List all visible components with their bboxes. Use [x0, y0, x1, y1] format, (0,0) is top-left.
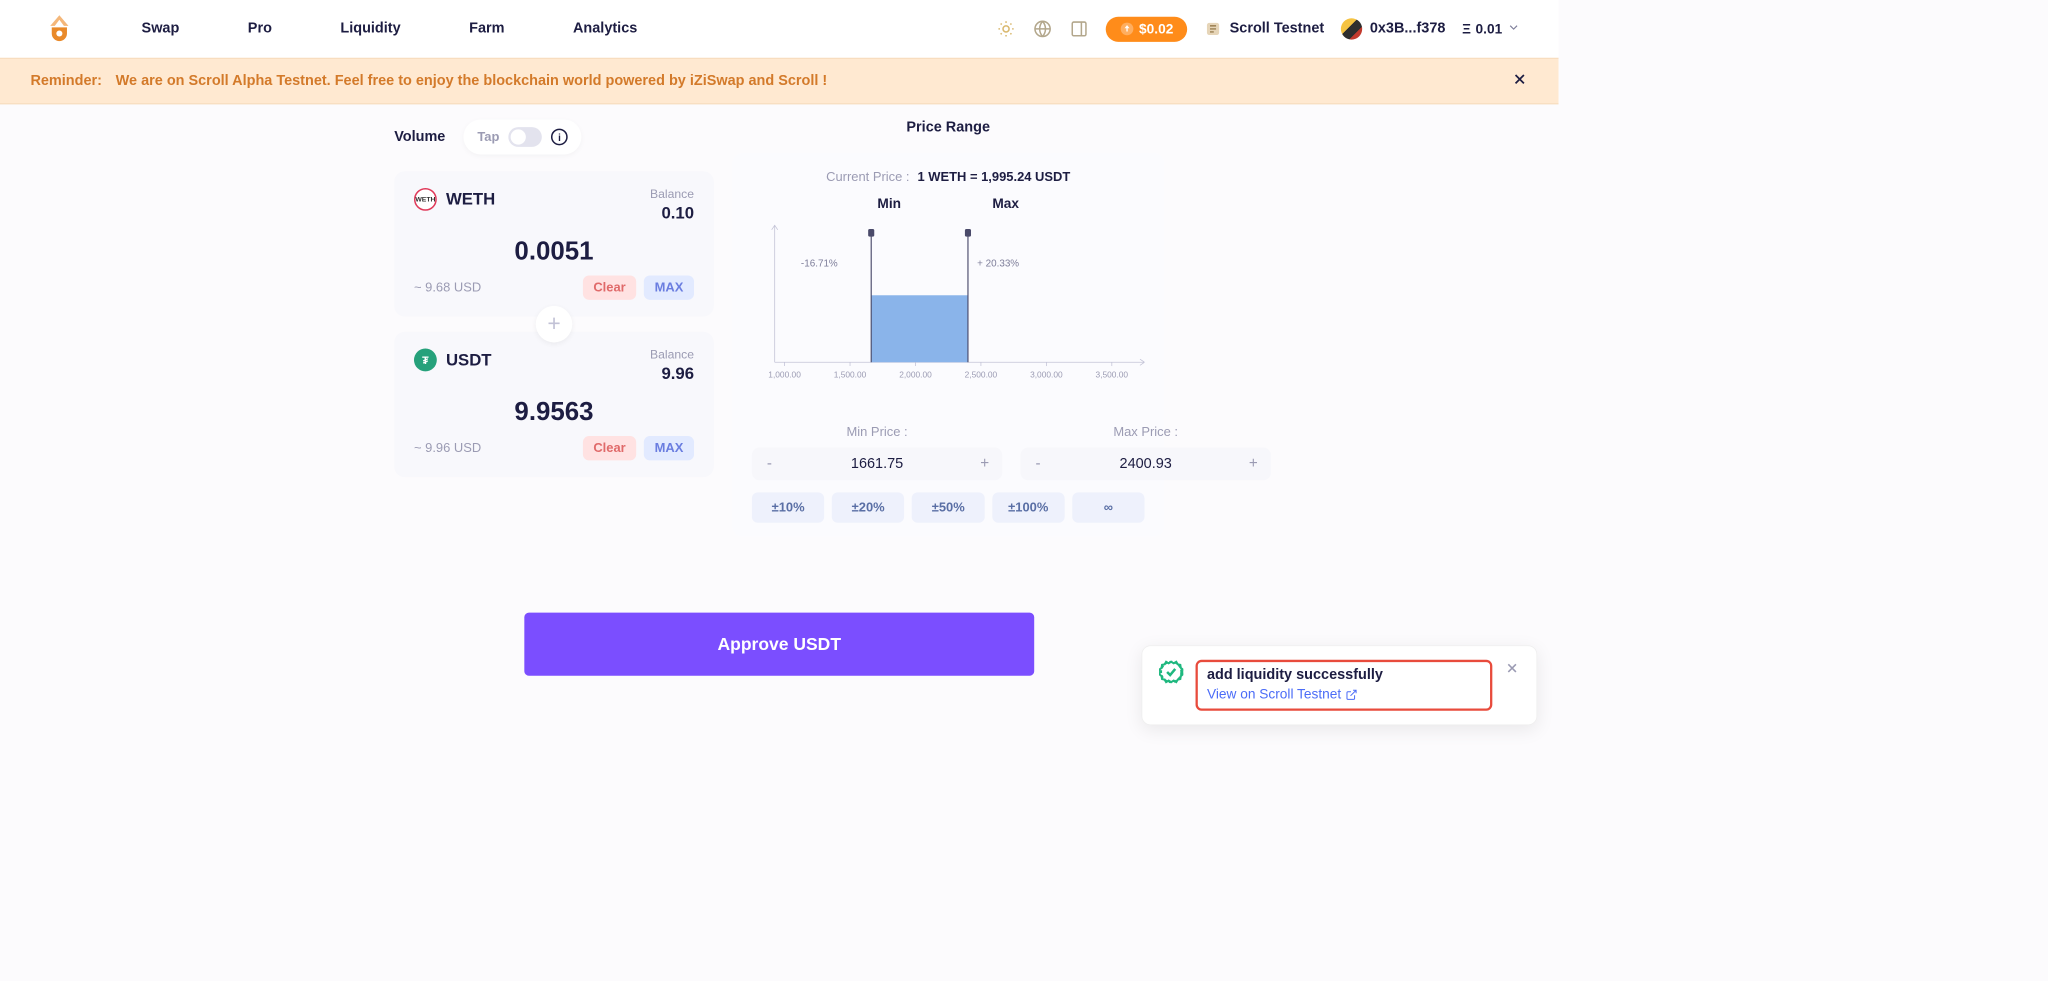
- token-a-amount[interactable]: 0.0051: [414, 237, 694, 267]
- svg-text:+ 20.33%: + 20.33%: [977, 258, 1019, 269]
- success-toast: add liquidity successfully View on Scrol…: [1142, 645, 1538, 725]
- svg-text:-16.71%: -16.71%: [801, 258, 838, 269]
- pct-button-2[interactable]: ±50%: [912, 492, 984, 522]
- tap-toggle[interactable]: [508, 127, 541, 147]
- nav-pro[interactable]: Pro: [248, 21, 272, 38]
- tap-toggle-pill: Tap i: [464, 119, 582, 154]
- tap-label: Tap: [477, 129, 499, 144]
- token-b-max-button[interactable]: MAX: [644, 436, 694, 460]
- theme-icon[interactable]: [996, 19, 1016, 39]
- min-price-input[interactable]: [784, 455, 970, 472]
- svg-text:2,500.00: 2,500.00: [965, 369, 998, 379]
- usdt-icon: ₮: [414, 349, 437, 372]
- max-price-label: Max Price :: [1021, 425, 1271, 440]
- token-price-pill[interactable]: $0.02: [1106, 16, 1187, 41]
- language-icon[interactable]: [1033, 19, 1053, 39]
- token-price: $0.02: [1139, 21, 1173, 37]
- volume-label: Volume: [394, 129, 445, 146]
- banner-text: We are on Scroll Alpha Testnet. Feel fre…: [116, 73, 828, 90]
- toast-close-icon[interactable]: [1504, 660, 1519, 681]
- token-b-clear-button[interactable]: Clear: [583, 436, 637, 460]
- token-a-balance: 0.10: [650, 203, 694, 223]
- svg-text:2,000.00: 2,000.00: [899, 369, 932, 379]
- toast-title: add liquidity successfully: [1207, 667, 1481, 684]
- nav-farm[interactable]: Farm: [469, 21, 504, 38]
- price-range-card: Current Price : 1 WETH = 1,995.24 USDT M…: [732, 153, 1164, 537]
- info-icon[interactable]: i: [551, 129, 568, 146]
- current-price-label: Current Price :: [826, 170, 909, 184]
- svg-text:1,500.00: 1,500.00: [834, 369, 867, 379]
- svg-text:3,000.00: 3,000.00: [1030, 369, 1063, 379]
- approve-button[interactable]: Approve USDT: [524, 613, 1034, 676]
- eth-balance: 0.01: [1476, 21, 1503, 37]
- weth-icon: WETH: [414, 188, 437, 211]
- app-logo[interactable]: [38, 8, 81, 51]
- pct-button-0[interactable]: ±10%: [752, 492, 824, 522]
- token-a-usd: ~ 9.68 USD: [414, 280, 481, 295]
- scroll-icon: [1204, 20, 1222, 38]
- pct-button-4[interactable]: ∞: [1072, 492, 1144, 522]
- svg-text:1,000.00: 1,000.00: [768, 369, 801, 379]
- min-label: Min: [877, 196, 901, 212]
- nav-swap[interactable]: Swap: [142, 21, 180, 38]
- banner-close-icon[interactable]: [1511, 69, 1528, 93]
- current-price-value: 1 WETH = 1,995.24 USDT: [917, 170, 1070, 184]
- min-price-label: Min Price :: [752, 425, 1002, 440]
- external-link-icon: [1346, 688, 1358, 700]
- nav-analytics[interactable]: Analytics: [573, 21, 637, 38]
- wallet-address: 0x3B...f378: [1370, 21, 1446, 38]
- token-b-balance: 9.96: [650, 364, 694, 384]
- max-price-input[interactable]: [1052, 455, 1238, 472]
- svg-text:3,500.00: 3,500.00: [1096, 369, 1129, 379]
- eth-icon: Ξ: [1462, 21, 1471, 37]
- check-icon: [1159, 660, 1183, 684]
- token-a-symbol[interactable]: WETH: [446, 189, 495, 209]
- token-a-clear-button[interactable]: Clear: [583, 275, 637, 299]
- nav-liquidity[interactable]: Liquidity: [340, 21, 400, 38]
- token-b-amount[interactable]: 9.9563: [414, 397, 694, 427]
- panel-icon[interactable]: [1069, 19, 1089, 39]
- max-label: Max: [992, 196, 1019, 212]
- price-range-title: Price Range: [732, 119, 1164, 136]
- wallet-button[interactable]: 0x3B...f378: [1341, 18, 1445, 39]
- token-a-card: WETH WETH Balance 0.10 0.0051 ~ 9.68 USD…: [394, 171, 714, 316]
- balance-label: Balance: [650, 188, 694, 202]
- plus-icon: +: [536, 306, 573, 343]
- balance-label: Balance: [650, 349, 694, 363]
- toast-link[interactable]: View on Scroll Testnet: [1207, 686, 1358, 702]
- token-b-usd: ~ 9.96 USD: [414, 441, 481, 456]
- token-a-max-button[interactable]: MAX: [644, 275, 694, 299]
- network-selector[interactable]: Scroll Testnet: [1204, 20, 1324, 38]
- token-b-card: ₮ USDT Balance 9.96 9.9563 ~ 9.96 USD Cl…: [394, 332, 714, 477]
- min-price-plus[interactable]: +: [978, 455, 992, 473]
- eth-balance-dropdown[interactable]: Ξ 0.01: [1462, 20, 1520, 38]
- min-price-minus[interactable]: -: [763, 455, 777, 473]
- network-name: Scroll Testnet: [1230, 21, 1325, 38]
- pct-button-1[interactable]: ±20%: [832, 492, 904, 522]
- banner-label: Reminder:: [30, 73, 102, 90]
- pct-button-3[interactable]: ±100%: [992, 492, 1064, 522]
- chevron-down-icon: [1507, 20, 1521, 38]
- max-price-minus[interactable]: -: [1031, 455, 1045, 473]
- token-b-symbol[interactable]: USDT: [446, 350, 492, 370]
- price-range-chart[interactable]: -16.71% + 20.33% 1,000.00 1,500.00 2,000.00 2…: [752, 218, 1145, 416]
- max-price-plus[interactable]: +: [1247, 455, 1261, 473]
- wallet-avatar: [1341, 18, 1362, 39]
